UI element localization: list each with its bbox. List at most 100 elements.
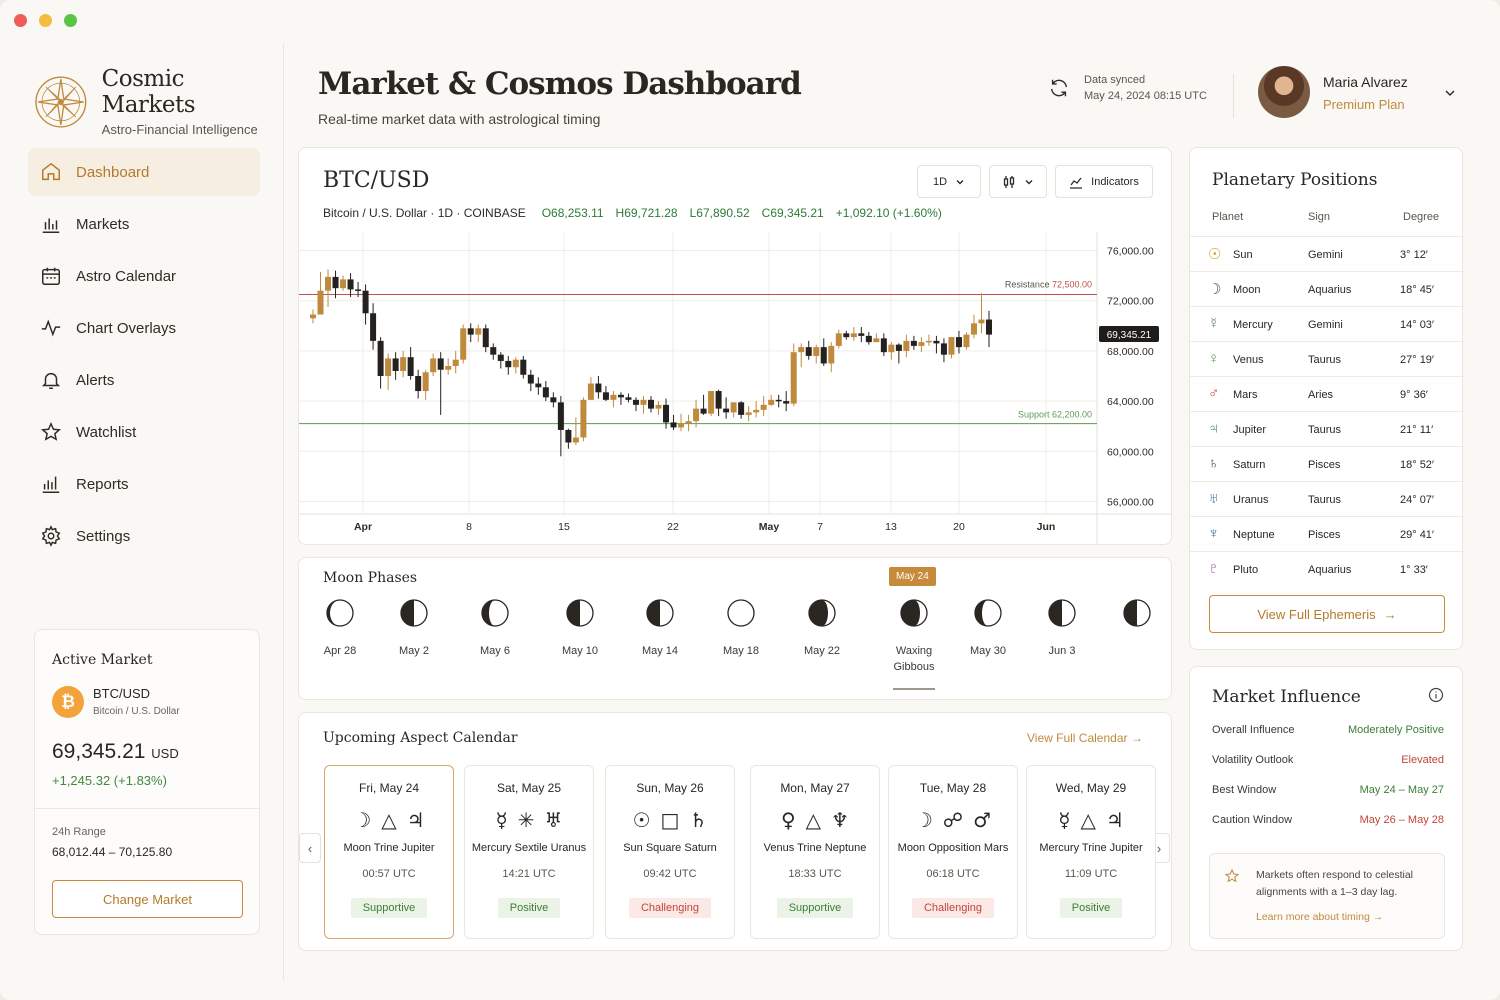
moon-phase-current[interactable]: Waxing Gibbous bbox=[879, 598, 949, 675]
moon-last-quarter-icon bbox=[566, 599, 594, 627]
moon-phase-item[interactable]: May 18 bbox=[706, 598, 776, 657]
aspect-card[interactable]: Sun, May 26 ☉□♄ Sun Square Saturn 09:42 UTC… bbox=[605, 765, 735, 939]
planet-row[interactable]: ☽ Moon Aquarius 18° 45′ bbox=[1190, 271, 1464, 306]
influence-label: Volatility Outlook bbox=[1212, 754, 1294, 766]
aspect-card[interactable]: Fri, May 24 ☽△♃ Moon Trine Jupiter 00:57 UT… bbox=[324, 765, 454, 939]
aspect-time: 18:33 UTC bbox=[788, 868, 842, 880]
avatar[interactable] bbox=[1258, 66, 1310, 118]
planet-row[interactable]: ♅ Uranus Taurus 24° 07′ bbox=[1190, 481, 1464, 516]
sidebar-item-chart-overlays[interactable]: Chart Overlays bbox=[28, 304, 260, 352]
moon-phase-item[interactable]: May 22 bbox=[787, 598, 857, 657]
high-value: H69,721.28 bbox=[615, 206, 678, 220]
planet-row[interactable]: ♀ Venus Taurus 27° 19′ bbox=[1190, 341, 1464, 376]
chart-type-select[interactable] bbox=[989, 165, 1047, 198]
sidebar-item-markets[interactable]: Markets bbox=[28, 200, 260, 248]
sidebar-item-alerts[interactable]: Alerts bbox=[28, 356, 260, 404]
moon-phase-item[interactable]: May 2 bbox=[379, 598, 449, 657]
close-window-button[interactable] bbox=[14, 14, 27, 27]
active-market-pair-name: Bitcoin / U.S. Dollar bbox=[93, 706, 180, 717]
candle bbox=[745, 406, 752, 422]
sidebar-item-label: Chart Overlays bbox=[76, 319, 177, 337]
planet-row[interactable]: ♇ Pluto Aquarius 1° 33′ bbox=[1190, 551, 1464, 586]
prev-arrow-button[interactable]: ‹ bbox=[299, 833, 321, 863]
aspect-card[interactable]: Tue, May 28 ☽☍♂ Moon Opposition Mars 06:18 … bbox=[888, 765, 1018, 939]
learn-more-link[interactable]: Learn more about timing → bbox=[1256, 911, 1383, 923]
planet-row[interactable]: ☉ Sun Gemini 3° 12′ bbox=[1190, 236, 1464, 271]
moon-phase-item[interactable]: May 14 bbox=[625, 598, 695, 657]
moon-phase-item[interactable]: May 10 bbox=[545, 598, 615, 657]
minimize-window-button[interactable] bbox=[39, 14, 52, 27]
y-tick-label: 56,000.00 bbox=[1107, 496, 1154, 508]
window-controls bbox=[14, 14, 77, 27]
aspect-card[interactable]: Sat, May 25 ☿✳♅ Mercury Sextile Uranus 14:2… bbox=[464, 765, 594, 939]
column-header-degree: Degree bbox=[1403, 211, 1440, 223]
candlestick-chart[interactable]: 76,000.00 72,000.00 68,000.00 64,000.00 60,0… bbox=[299, 232, 1171, 544]
aspect-date: Tue, May 28 bbox=[919, 781, 987, 795]
user-name[interactable]: Maria Alvarez bbox=[1323, 74, 1408, 90]
change-market-button[interactable]: Change Market bbox=[52, 880, 243, 918]
candle bbox=[422, 369, 429, 400]
influence-value: Elevated bbox=[1401, 754, 1444, 766]
info-icon[interactable] bbox=[1428, 687, 1444, 703]
influence-row: Best Window May 24 – May 27 bbox=[1212, 784, 1444, 796]
moon-phase-label: May 18 bbox=[722, 645, 760, 657]
candle bbox=[723, 397, 730, 419]
sidebar-item-dashboard[interactable]: Dashboard bbox=[28, 148, 260, 196]
view-full-calendar-link[interactable]: View Full Calendar → bbox=[1027, 731, 1143, 745]
column-header-sign: Sign bbox=[1308, 211, 1331, 223]
candle bbox=[520, 355, 527, 379]
influence-label: Caution Window bbox=[1212, 814, 1293, 826]
influence-row: Overall Influence Moderately Positive bbox=[1212, 724, 1444, 736]
moon-phase-label: May 14 bbox=[641, 645, 679, 657]
moon-phase-item[interactable]: May 30 bbox=[953, 598, 1023, 657]
moon-waning-crescent-icon bbox=[326, 599, 354, 627]
sidebar: Cosmic Markets Astro-Financial Intellige… bbox=[14, 44, 284, 980]
interval-select[interactable]: 1D bbox=[917, 165, 981, 198]
candle bbox=[632, 397, 639, 412]
moon-phase-label: Jun 3 bbox=[1048, 645, 1076, 657]
support-label: Support 62,200.00 bbox=[1018, 410, 1092, 420]
aspect-card[interactable]: Mon, May 27 ♀△♆ Venus Trine Neptune 18:33 U… bbox=[750, 765, 880, 939]
refresh-icon[interactable] bbox=[1048, 77, 1070, 99]
sidebar-item-settings[interactable]: Settings bbox=[28, 512, 260, 560]
planet-row[interactable]: ♃ Jupiter Taurus 21° 11′ bbox=[1190, 411, 1464, 446]
sidebar-item-reports[interactable]: Reports bbox=[28, 460, 260, 508]
planet-glyph-icon: ♃ bbox=[1208, 420, 1220, 437]
candle bbox=[940, 338, 947, 363]
aspect-card[interactable]: Wed, May 29 ☿△♃ Mercury Trine Jupiter 11:09… bbox=[1026, 765, 1156, 939]
candle bbox=[640, 396, 647, 414]
sidebar-item-watchlist[interactable]: Watchlist bbox=[28, 408, 260, 456]
sidebar-nav: Dashboard Markets Astro Calendar Chart O… bbox=[28, 148, 260, 564]
candle bbox=[828, 342, 835, 373]
arrow-right-icon: → bbox=[1383, 606, 1397, 622]
influence-row: Volatility Outlook Elevated bbox=[1212, 754, 1444, 766]
planet-row[interactable]: ♄ Saturn Pisces 18° 52′ bbox=[1190, 446, 1464, 481]
sidebar-item-astro-calendar[interactable]: Astro Calendar bbox=[28, 252, 260, 300]
aspect-time: 06:18 UTC bbox=[926, 868, 980, 880]
moon-phase-item[interactable]: Apr 28 bbox=[305, 598, 375, 657]
candle bbox=[310, 309, 316, 324]
candle bbox=[880, 333, 887, 356]
planet-sign: Aries bbox=[1308, 389, 1334, 401]
view-full-ephemeris-button[interactable]: View Full Ephemeris → bbox=[1209, 595, 1445, 633]
moon-phase-item[interactable]: May 6 bbox=[460, 598, 530, 657]
active-market-pair: BTC/USD bbox=[93, 686, 151, 701]
page-subtitle: Real-time market data with astrological … bbox=[318, 111, 601, 127]
planet-row[interactable]: ♆ Neptune Pisces 29° 41′ bbox=[1190, 516, 1464, 551]
planet-glyph-icon: ☉ bbox=[1208, 246, 1222, 263]
planet-row[interactable]: ☿ Mercury Gemini 14° 03′ bbox=[1190, 306, 1464, 341]
planet-row[interactable]: ♂ Mars Aries 9° 36′ bbox=[1190, 376, 1464, 411]
aspect-glyphs-icon: ☿✳♅ bbox=[495, 808, 573, 832]
candle bbox=[790, 343, 797, 407]
moon-phase-item[interactable] bbox=[1102, 598, 1172, 645]
note-text: Markets often respond to celestial align… bbox=[1256, 869, 1413, 898]
planet-glyph-icon: ♀ bbox=[1208, 350, 1220, 367]
page-title: Market & Cosmos Dashboard bbox=[318, 66, 802, 102]
chevron-down-icon[interactable] bbox=[1443, 86, 1457, 100]
maximize-window-button[interactable] bbox=[64, 14, 77, 27]
planet-name: Jupiter bbox=[1233, 424, 1267, 436]
x-tick-label: 8 bbox=[466, 521, 472, 533]
indicators-button[interactable]: Indicators bbox=[1055, 165, 1153, 198]
planet-sign: Taurus bbox=[1308, 354, 1342, 366]
moon-phase-item[interactable]: Jun 3 bbox=[1027, 598, 1097, 657]
